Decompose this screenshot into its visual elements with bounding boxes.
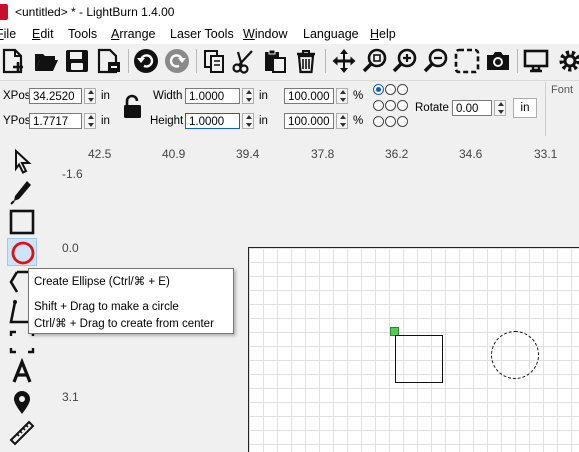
scale-y-spinner[interactable] (336, 113, 348, 129)
anchor-bottom-left-radio[interactable] (373, 116, 384, 127)
rectangle-icon[interactable] (7, 208, 37, 236)
new-file-icon[interactable] (0, 47, 28, 75)
ruler-tick: 36.2 (385, 147, 409, 161)
ellipse-icon[interactable] (7, 238, 37, 266)
anchor-middle-left-radio[interactable] (373, 100, 384, 111)
xpos-spinner[interactable] (84, 88, 96, 104)
lock-aspect-icon[interactable] (122, 94, 144, 120)
paste-icon[interactable] (261, 47, 289, 75)
ruler-left-tick: 3.1 (62, 390, 79, 404)
rotate-input[interactable]: 0.00 (452, 100, 492, 116)
rotate-label: Rotate (415, 102, 449, 114)
anchor-bottom-center-radio[interactable] (385, 116, 396, 127)
main-toolbar (0, 44, 579, 80)
menu-language[interactable]: Language (303, 27, 359, 41)
open-folder-icon[interactable] (32, 47, 60, 75)
toolbar-separator (325, 49, 326, 73)
menu-tools[interactable]: Tools (68, 27, 97, 41)
xpos-input[interactable]: 34.2520 (29, 88, 82, 104)
xpos-label: XPos (3, 90, 31, 102)
ypos-spinner[interactable] (84, 113, 96, 129)
measure-icon[interactable] (7, 418, 37, 446)
width-input[interactable]: 1.0000 (185, 88, 240, 104)
font-label: Font (551, 84, 574, 96)
width-spinner[interactable] (242, 88, 254, 104)
redo-icon[interactable] (163, 47, 191, 75)
position-laser-icon[interactable] (7, 388, 37, 416)
menu-edit[interactable]: Edit (32, 27, 54, 41)
undo-icon[interactable] (132, 47, 160, 75)
height-unit: in (259, 115, 268, 127)
ruler-tick: 40.9 (162, 147, 186, 161)
zoom-in-icon[interactable] (391, 47, 419, 75)
scale-y-input[interactable]: 100.000 (284, 113, 334, 129)
scale-x-input[interactable]: 100.000 (284, 88, 334, 104)
menu-window[interactable]: Window (243, 27, 287, 41)
toolbar-separator (517, 49, 518, 73)
window-title: <untitled> * - LightBurn 1.4.00 (15, 5, 175, 19)
edit-nodes-icon[interactable] (7, 178, 37, 206)
menu-laser-tools[interactable]: Laser Tools (170, 27, 234, 41)
title-bar: <untitled> * - LightBurn 1.4.00 (0, 0, 579, 24)
height-input[interactable]: 1.0000 (185, 113, 240, 129)
ypos-unit: in (101, 115, 110, 127)
zoom-frame-icon[interactable] (453, 47, 481, 75)
camera-icon[interactable] (484, 47, 512, 75)
toolbar-separator (196, 49, 197, 73)
ruler-tick: 42.5 (88, 147, 112, 161)
ruler-tick: 34.6 (459, 147, 483, 161)
width-unit: in (259, 90, 268, 102)
zoom-selection-icon[interactable] (361, 47, 389, 75)
monitor-icon[interactable] (522, 47, 550, 75)
anchor-center-radio[interactable] (385, 100, 396, 111)
menu-bar: File Edit Tools Arrange Laser Tools Wind… (0, 24, 579, 44)
anchor-bottom-right-radio[interactable] (397, 116, 408, 127)
anchor-top-right-radio[interactable] (397, 84, 408, 95)
menu-arrange[interactable]: Arrange (111, 27, 155, 41)
tooltip-line: Shift + Drag to make a circle (34, 301, 179, 313)
select-icon[interactable] (7, 148, 37, 176)
ruler-tick: 39.4 (236, 147, 260, 161)
top-ruler: 42.5 40.9 39.4 37.8 36.2 34.6 33.1 (56, 142, 579, 164)
ellipse-preview-shape[interactable] (491, 331, 539, 379)
scale-x-percent: % (353, 90, 364, 102)
text-icon[interactable] (7, 357, 37, 386)
lightburn-logo-icon (0, 4, 8, 20)
ypos-label: YPos (3, 115, 31, 127)
anchor-top-center-radio[interactable] (385, 84, 396, 95)
ruler-tick: 33.1 (534, 147, 558, 161)
rotate-spinner[interactable] (494, 100, 506, 116)
tooltip-title: Create Ellipse (Ctrl/⌘ + E) (34, 276, 170, 288)
delete-icon[interactable] (292, 47, 320, 75)
scale-y-percent: % (353, 115, 364, 127)
import-icon[interactable] (95, 47, 123, 75)
units-toggle-button[interactable]: in (513, 98, 537, 118)
settings-icon[interactable] (556, 47, 579, 75)
anchor-top-left-radio[interactable] (373, 84, 384, 95)
toolbar-separator (128, 49, 129, 73)
tooltip: Create Ellipse (Ctrl/⌘ + E) Shift + Drag… (28, 268, 234, 334)
menu-file[interactable]: File (0, 27, 16, 41)
ruler-left-tick: 0.0 (62, 241, 79, 255)
tooltip-line: Ctrl/⌘ + Drag to create from center (34, 318, 214, 330)
copy-icon[interactable] (200, 47, 228, 75)
height-spinner[interactable] (242, 113, 254, 129)
xpos-unit: in (101, 90, 110, 102)
ruler-tick: 37.8 (311, 147, 335, 161)
width-label: Width (153, 90, 183, 102)
move-icon[interactable] (330, 47, 358, 75)
save-icon[interactable] (63, 47, 91, 75)
menu-help[interactable]: Help (370, 27, 396, 41)
anchor-middle-right-radio[interactable] (397, 100, 408, 111)
height-label: Height (150, 115, 184, 127)
scale-x-spinner[interactable] (336, 88, 348, 104)
rectangle-shape[interactable] (395, 335, 443, 383)
ypos-input[interactable]: 1.7717 (29, 113, 82, 129)
ruler-left-tick: -1.6 (62, 167, 83, 181)
cut-icon[interactable] (230, 47, 258, 75)
zoom-out-icon[interactable] (422, 47, 450, 75)
